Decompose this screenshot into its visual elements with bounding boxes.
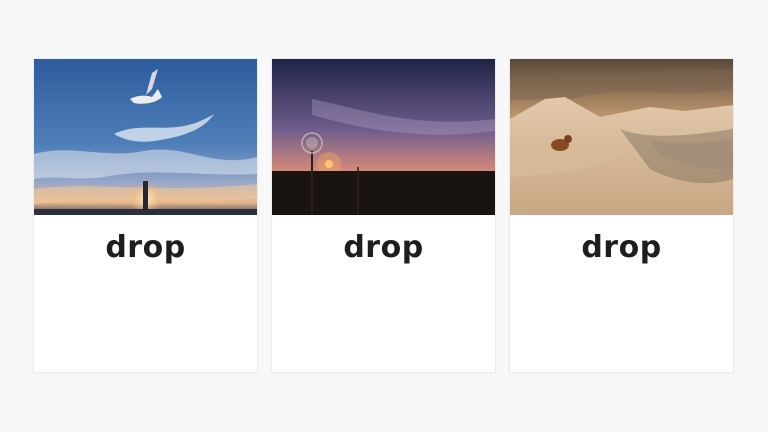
drop-card[interactable]: drop [272, 59, 495, 372]
dandelion-sunset-image [272, 59, 495, 215]
page: drop drop drop [0, 0, 768, 432]
card-grid: drop drop drop [34, 59, 733, 372]
sand-dunes-dog-image [510, 59, 733, 215]
card-caption: drop [105, 230, 186, 265]
drop-card[interactable]: drop [510, 59, 733, 372]
seagull-sunset-image [34, 59, 257, 215]
drop-card[interactable]: drop [34, 59, 257, 372]
card-caption: drop [581, 230, 662, 265]
card-caption: drop [343, 230, 424, 265]
